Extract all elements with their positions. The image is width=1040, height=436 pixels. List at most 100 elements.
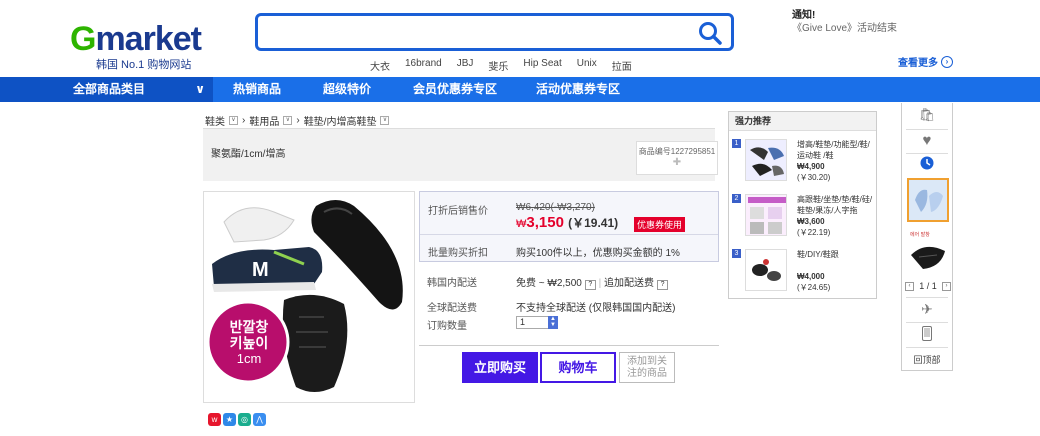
recommend-item[interactable]: 2 高跟鞋/坐垫/垫/鞋/硅/鞋垫/果冻/人字拖 ₩3,600 (￥22.19) — [729, 192, 876, 243]
extra-shipping-label: 追加配送费 — [604, 278, 655, 289]
badge-line-1: 반깔창 — [229, 319, 269, 335]
nav-item-bestseller[interactable]: 热销商品 — [233, 77, 281, 102]
recommend-price: ₩4,900 — [797, 162, 825, 171]
buy-now-button[interactable]: 立即购买 — [462, 352, 538, 383]
recommend-name: 增高/鞋垫/功能型/鞋/运动鞋 /鞋 — [797, 140, 870, 160]
popular-keywords: 大衣 16brand JBJ 斐乐 Hip Seat Unix 拉面 — [370, 58, 632, 73]
keyword-link[interactable]: 斐乐 — [488, 58, 508, 73]
image-badge-text: 반깔창 키높이 1cm — [216, 319, 282, 367]
rank-badge: 1 — [732, 139, 741, 148]
recommend-info: 高跟鞋/坐垫/垫/鞋/硅/鞋垫/果冻/人字拖 ₩3,600 (￥22.19) — [797, 194, 875, 238]
breadcrumb: 鞋类 ∨ › 鞋用品 ∨ › 鞋垫/内增高鞋垫 ∨ — [205, 113, 390, 128]
wechat-icon[interactable]: ◎ — [238, 413, 251, 426]
notice-title: 通知! — [792, 10, 816, 21]
original-price: ₩6,420(-₩3,270) — [516, 202, 595, 213]
recommend-item[interactable]: 3 鞋/DIY/鞋跟 ₩4,000 (￥24.65) — [729, 247, 876, 298]
heel-thumbnail-image — [746, 250, 786, 290]
notice-block[interactable]: 通知! 《Give Love》活动结束 — [792, 9, 897, 35]
product-code-box: 商品编号1227295851 ✚ — [636, 141, 718, 175]
divider — [420, 234, 718, 235]
product-image[interactable]: M 반깔창 키높이 1cm — [203, 191, 415, 403]
recommend-thumbnail[interactable] — [745, 139, 787, 181]
all-categories-button[interactable]: 全部商品类目 ∨ — [0, 77, 213, 102]
recommend-item[interactable]: 1 增高/鞋垫/功能型/鞋/运动鞋 /鞋 ₩4,900 (￥30.20) — [729, 137, 876, 188]
right-quick-rail: 🛍︎ ♥ 에어 발창 ‹ 1 / 1 › ✈ 回顶部 — [901, 103, 953, 371]
nav-item-member-coupon[interactable]: 会员优惠券专区 — [413, 77, 497, 102]
badge-line-2: 키높이 — [229, 335, 269, 351]
keyword-link[interactable]: JBJ — [457, 58, 474, 73]
nav-item-super-deal[interactable]: 超级特价 — [323, 77, 371, 102]
insole-thumbnail-image — [746, 140, 786, 180]
rank-badge: 3 — [732, 249, 741, 258]
quantity-stepper[interactable]: 1 ▲ ▼ — [516, 316, 558, 329]
airplane-icon[interactable]: ✈ — [902, 301, 952, 318]
product-title: 聚氨酯/1cm/增高 — [211, 149, 286, 160]
arrow-right-icon: › — [941, 55, 953, 68]
recommend-thumbnail[interactable] — [745, 194, 787, 236]
divider — [906, 322, 948, 323]
domestic-shipping-text: 免费 ~ ₩2,500 — [516, 278, 582, 289]
recommend-cny: (￥30.20) — [797, 173, 831, 182]
recommend-name: 高跟鞋/坐垫/垫/鞋/硅/鞋垫/果冻/人字拖 — [797, 195, 873, 215]
chevron-down-icon: ∨ — [195, 82, 205, 96]
help-icon[interactable]: ? — [584, 280, 596, 290]
search-input[interactable] — [268, 16, 688, 48]
product-code: 商品编号1227295851 — [638, 147, 716, 156]
weibo-icon[interactable]: w — [208, 413, 221, 426]
quantity-label: 订购数量 — [427, 321, 467, 332]
shopping-bag-icon[interactable]: 🛍︎ — [902, 107, 952, 123]
page-indicator: 1 / 1 — [919, 281, 937, 291]
recommend-info: 增高/鞋垫/功能型/鞋/运动鞋 /鞋 ₩4,900 (￥30.20) — [797, 139, 875, 183]
search-icon[interactable] — [697, 20, 723, 46]
recommend-panel: 强力推荐 1 增高/鞋垫/功能型/鞋/运动鞋 /鞋 ₩4,900 (￥30.20… — [728, 111, 877, 299]
keyword-link[interactable]: 拉面 — [612, 58, 632, 73]
breadcrumb-item[interactable]: 鞋用品 — [249, 113, 279, 128]
mobile-phone-icon[interactable] — [902, 326, 952, 344]
recommend-thumbnail[interactable] — [745, 249, 787, 291]
nav-item-event-coupon[interactable]: 活动优惠券专区 — [536, 77, 620, 102]
next-page-button[interactable]: › — [941, 281, 951, 291]
breadcrumb-item[interactable]: 鞋垫/内增高鞋垫 — [304, 113, 377, 128]
thumb-label: 에어 발창 — [910, 232, 930, 238]
badge-line-3: 1cm — [236, 351, 262, 366]
quantity-value: 1 — [520, 317, 526, 327]
dropdown-icon[interactable]: ∨ — [380, 116, 390, 125]
dropdown-icon[interactable]: ∨ — [283, 116, 293, 125]
favorite-label-1: 添加到关 — [627, 356, 667, 367]
keyword-link[interactable]: 大衣 — [370, 58, 390, 73]
add-favorite-button[interactable]: 添加到关 注的商品 — [619, 352, 675, 383]
heart-icon[interactable]: ♥ — [902, 132, 952, 149]
recommend-cny: (￥22.19) — [797, 228, 831, 237]
keyword-link[interactable]: Unix — [577, 58, 597, 73]
domestic-shipping-label: 韩国内配送 — [427, 278, 477, 289]
price-box: 打折后销售价 ₩6,420(-₩3,270) ₩3,150 (￥19.41) 优… — [419, 191, 719, 262]
recommend-price: ₩4,000 — [797, 272, 825, 281]
recent-item-thumbnail[interactable]: 에어 발창 — [905, 229, 951, 273]
stepper-arrows-icon[interactable]: ▲ ▼ — [548, 316, 558, 329]
notice-text[interactable]: 《Give Love》活动结束 — [792, 22, 897, 35]
pin-icon[interactable]: ✚ — [637, 157, 717, 168]
help-icon[interactable]: ? — [657, 280, 669, 290]
coupon-button[interactable]: 优惠券使用 — [634, 217, 686, 232]
sale-price-label: 打折后销售价 — [428, 206, 488, 217]
add-to-cart-button[interactable]: 购物车 — [540, 352, 616, 383]
sale-price: ₩3,150 (￥19.41) — [516, 214, 618, 231]
prev-page-button[interactable]: ‹ — [905, 281, 914, 291]
logo-market: market — [95, 20, 202, 58]
currency-won: ₩ — [516, 218, 527, 230]
gmarket-logo[interactable]: Gmarket 韩国 No.1 购物网站 — [70, 20, 210, 71]
qzone-icon[interactable]: ★ — [223, 413, 236, 426]
back-to-top-button[interactable]: 回顶部 — [902, 353, 952, 366]
see-more-link[interactable]: 查看更多 › — [898, 54, 953, 69]
breadcrumb-item[interactable]: 鞋类 — [205, 113, 225, 128]
insole-thumbnail-image — [746, 195, 786, 235]
separator: | — [598, 278, 602, 289]
bulk-discount-text: 购买100件以上，优惠购买金额的 1% — [516, 248, 680, 259]
keyword-link[interactable]: 16brand — [405, 58, 442, 73]
price-value: 3,150 — [526, 214, 564, 231]
dropdown-icon[interactable]: ∨ — [229, 116, 238, 125]
keyword-link[interactable]: Hip Seat — [523, 58, 561, 73]
clock-icon[interactable] — [902, 156, 952, 173]
share-icon[interactable]: ⋀ — [253, 413, 266, 426]
recent-item-thumbnail[interactable] — [907, 178, 949, 222]
